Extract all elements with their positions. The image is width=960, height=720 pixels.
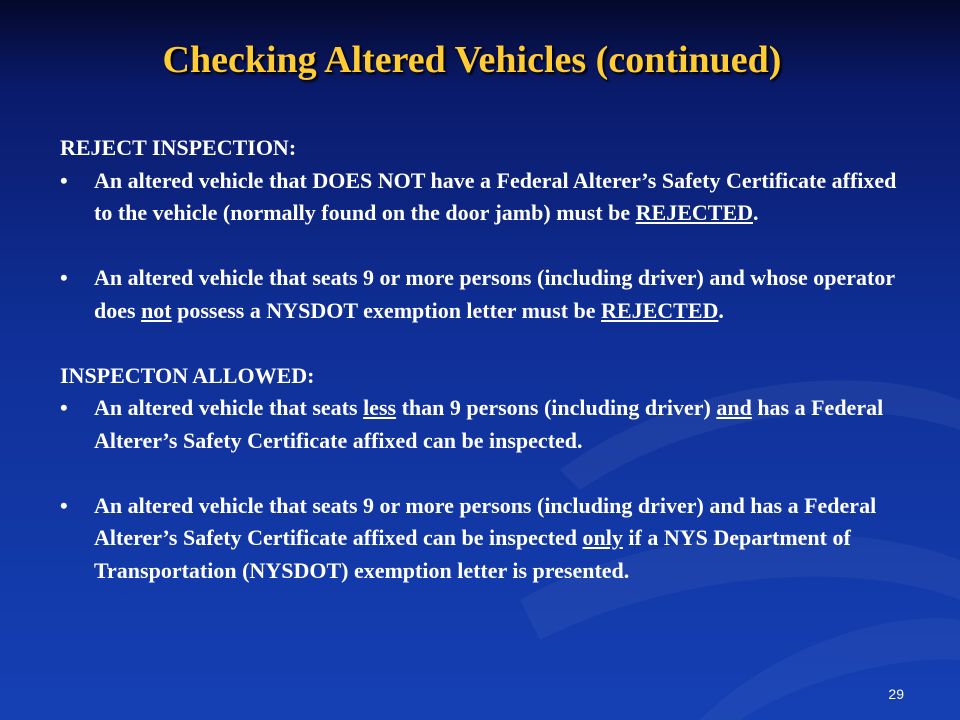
underlined-text: only <box>582 525 623 550</box>
bullet-icon: • <box>60 492 68 518</box>
bullet-icon: • <box>60 395 68 420</box>
bullet-text: possess a NYSDOT exemption letter must b… <box>171 297 602 323</box>
bullet-icon: • <box>60 167 68 193</box>
bullet-text: An altered vehicle that DOES NOT have a … <box>94 167 897 226</box>
section-heading: REJECT INSPECTION: <box>60 135 297 160</box>
underlined-text: less <box>363 395 397 420</box>
bullet-item: • An altered vehicle that DOES NOT have a… <box>60 165 920 230</box>
underlined-text: REJECTED <box>635 200 754 225</box>
bullet-text: . <box>718 297 724 323</box>
slide-title: Checking Altered Vehicles (continued) <box>162 39 782 81</box>
bullet-item: • An altered vehicle that seats 9 or more… <box>60 262 920 327</box>
underlined-text: and <box>716 395 752 420</box>
bullet-text: . <box>753 200 759 225</box>
underlined-text: REJECTED <box>601 297 719 323</box>
bullet-item: • An altered vehicle that seats 9 or more… <box>60 490 920 588</box>
bullet-text: than 9 persons (including driver) <box>396 395 717 420</box>
slide-body: REJECT INSPECTION: • An altered vehicle th… <box>60 132 920 587</box>
bullet-text: An altered vehicle that seats <box>94 395 364 420</box>
slide: Checking Altered Vehicles (continued) RE… <box>0 0 960 720</box>
bullet-icon: • <box>60 265 68 290</box>
page-number: 29 <box>888 686 904 702</box>
section-heading: INSPECTON ALLOWED: <box>60 362 315 388</box>
bullet-item: • An altered vehicle that seats less tha… <box>60 392 920 457</box>
underlined-text: not <box>141 297 172 323</box>
